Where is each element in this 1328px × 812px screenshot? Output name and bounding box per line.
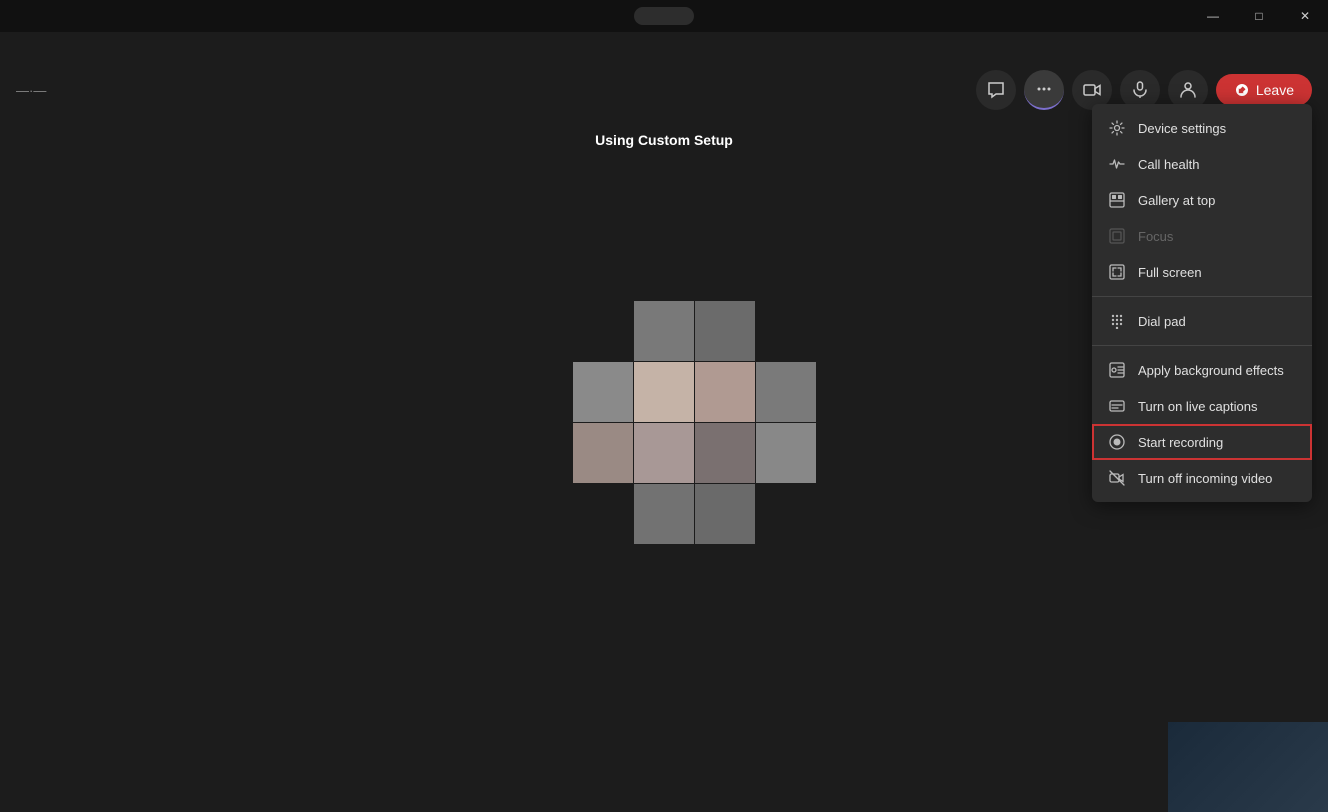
separator-2 bbox=[1092, 345, 1312, 346]
dropdown-menu: Device settings Call health Gallery a bbox=[1092, 104, 1312, 502]
call-area: —·— bbox=[0, 32, 1328, 812]
separator-1 bbox=[1092, 296, 1312, 297]
titlebar-pill bbox=[634, 7, 694, 25]
leave-button[interactable]: Leave bbox=[1216, 74, 1312, 106]
start-recording-label: Start recording bbox=[1138, 435, 1223, 450]
captions-icon bbox=[1108, 397, 1126, 415]
bottom-thumbnail bbox=[1168, 722, 1328, 812]
menu-item-live-captions[interactable]: Turn on live captions bbox=[1092, 388, 1312, 424]
leave-label: Leave bbox=[1256, 82, 1294, 98]
fullscreen-icon bbox=[1108, 263, 1126, 281]
menu-item-dial-pad[interactable]: Dial pad bbox=[1092, 303, 1312, 339]
more-button[interactable] bbox=[1024, 70, 1064, 110]
effects-icon bbox=[1108, 361, 1126, 379]
more-icon bbox=[1035, 80, 1053, 98]
menu-item-incoming-video[interactable]: Turn off incoming video bbox=[1092, 460, 1312, 496]
menu-item-full-screen[interactable]: Full screen bbox=[1092, 254, 1312, 290]
chat-icon bbox=[987, 81, 1005, 99]
pulse-icon bbox=[1108, 155, 1126, 173]
menu-item-focus: Focus bbox=[1092, 218, 1312, 254]
avatar-cross bbox=[573, 301, 755, 543]
call-indicator: —·— bbox=[16, 83, 46, 98]
settings-icon bbox=[1108, 119, 1126, 137]
close-button[interactable]: ✕ bbox=[1282, 0, 1328, 32]
dialpad-icon bbox=[1108, 312, 1126, 330]
menu-item-start-recording[interactable]: Start recording bbox=[1092, 424, 1312, 460]
video-icon bbox=[1083, 81, 1101, 99]
gallery-icon bbox=[1108, 191, 1126, 209]
device-settings-label: Device settings bbox=[1138, 121, 1226, 136]
participants-icon bbox=[1179, 81, 1197, 99]
titlebar: — □ ✕ bbox=[0, 0, 1328, 32]
full-screen-label: Full screen bbox=[1138, 265, 1202, 280]
menu-item-gallery-top[interactable]: Gallery at top bbox=[1092, 182, 1312, 218]
chat-button[interactable] bbox=[976, 70, 1016, 110]
custom-setup-label: Using Custom Setup bbox=[595, 132, 733, 148]
minimize-button[interactable]: — bbox=[1190, 0, 1236, 32]
menu-item-device-settings[interactable]: Device settings bbox=[1092, 110, 1312, 146]
maximize-button[interactable]: □ bbox=[1236, 0, 1282, 32]
leave-icon bbox=[1231, 79, 1254, 102]
mic-icon bbox=[1131, 81, 1149, 99]
turn-off-incoming-video-label: Turn off incoming video bbox=[1138, 471, 1272, 486]
titlebar-center bbox=[634, 7, 694, 25]
apply-background-label: Apply background effects bbox=[1138, 363, 1284, 378]
call-health-label: Call health bbox=[1138, 157, 1199, 172]
gallery-top-label: Gallery at top bbox=[1138, 193, 1215, 208]
video-off-icon bbox=[1108, 469, 1126, 487]
record-icon bbox=[1108, 433, 1126, 451]
focus-label: Focus bbox=[1138, 229, 1173, 244]
dial-pad-label: Dial pad bbox=[1138, 314, 1186, 329]
live-captions-label: Turn on live captions bbox=[1138, 399, 1257, 414]
menu-item-background-effects[interactable]: Apply background effects bbox=[1092, 352, 1312, 388]
titlebar-controls: — □ ✕ bbox=[1190, 0, 1328, 32]
menu-item-call-health[interactable]: Call health bbox=[1092, 146, 1312, 182]
focus-icon bbox=[1108, 227, 1126, 245]
